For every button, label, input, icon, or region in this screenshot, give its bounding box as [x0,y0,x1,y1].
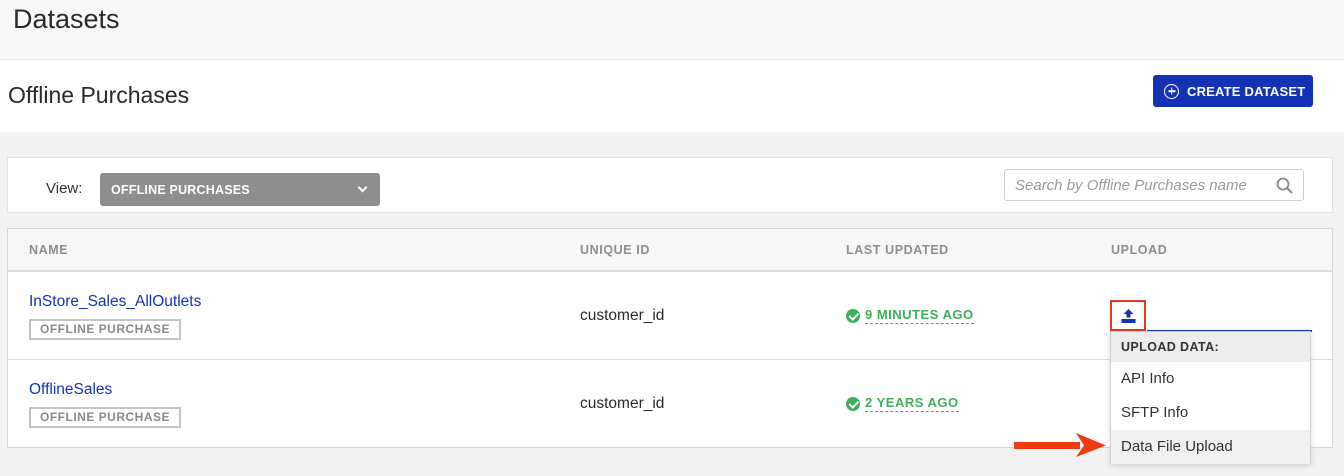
section-bar: Offline Purchases [0,60,1344,132]
last-updated-text[interactable]: 2 YEARS AGO [865,395,959,412]
header-upload: UPLOAD [1111,243,1168,257]
search-box [1004,169,1304,201]
create-dataset-button[interactable]: CREATE DATASET [1153,75,1313,107]
create-dataset-label: CREATE DATASET [1187,83,1306,99]
filter-bar: View: OFFLINE PURCHASES [7,157,1333,213]
header-last-updated: LAST UPDATED [846,243,949,257]
header-unique-id: UNIQUE ID [580,243,650,257]
plus-circle-icon [1164,83,1179,99]
upload-button[interactable] [1110,300,1146,331]
menu-item-api-info[interactable]: API Info [1111,362,1310,396]
last-updated: 2 YEARS AGO [846,395,959,412]
check-circle-icon [846,396,860,411]
last-updated-text[interactable]: 9 MINUTES AGO [865,307,974,324]
upload-icon [1121,309,1136,323]
search-input[interactable] [1005,170,1269,200]
view-select[interactable]: OFFLINE PURCHASES [100,173,380,206]
search-icon[interactable] [1276,177,1293,194]
view-select-value: OFFLINE PURCHASES [111,182,250,197]
header-name: NAME [29,243,69,257]
arrow-right-icon [1014,433,1106,457]
dataset-name-link[interactable]: OfflineSales [29,381,112,399]
page-title: Datasets [13,4,120,34]
view-label: View: [46,180,83,197]
section-title: Offline Purchases [8,82,190,108]
dataset-type-badge: OFFLINE PURCHASE [29,319,182,340]
table-header: NAME UNIQUE ID LAST UPDATED UPLOAD [8,229,1332,272]
dataset-type-badge: OFFLINE PURCHASE [29,407,182,428]
dataset-unique-id: customer_id [580,395,665,412]
dataset-unique-id: customer_id [580,307,665,324]
menu-item-data-file-upload[interactable]: Data File Upload [1111,430,1310,464]
upload-data-menu: UPLOAD DATA: API Info SFTP Info Data Fil… [1110,331,1311,464]
dataset-name-link[interactable]: InStore_Sales_AllOutlets [29,293,201,311]
last-updated: 9 MINUTES AGO [846,307,974,324]
page-header: Datasets [0,0,1344,60]
menu-item-sftp-info[interactable]: SFTP Info [1111,396,1310,430]
chevron-down-icon [357,182,368,193]
upload-menu-header: UPLOAD DATA: [1111,332,1310,362]
check-circle-icon [846,308,860,323]
